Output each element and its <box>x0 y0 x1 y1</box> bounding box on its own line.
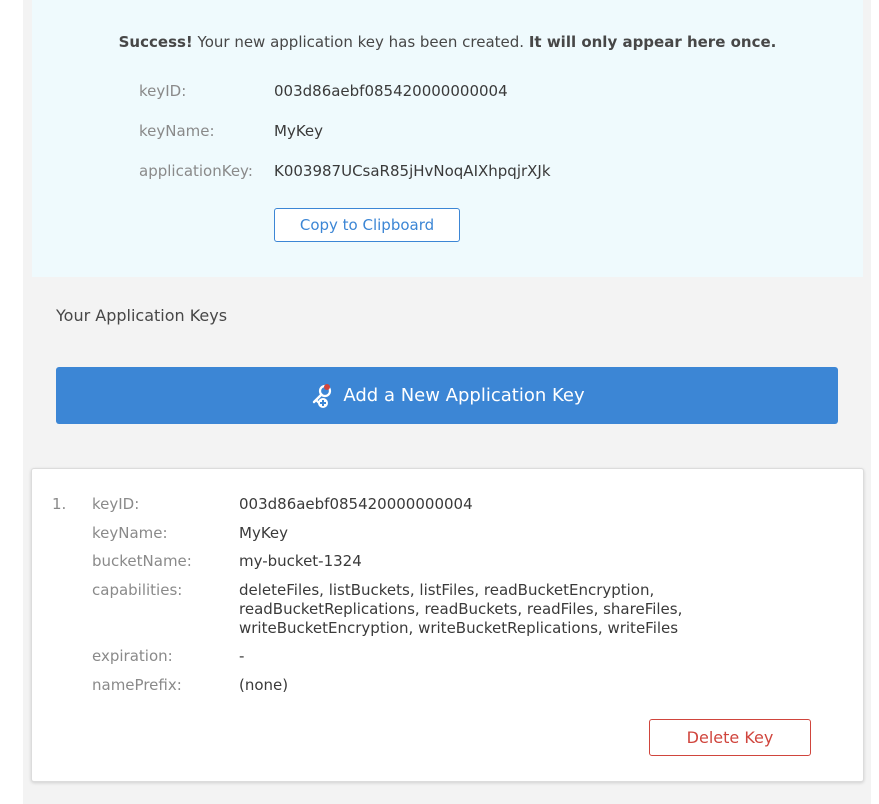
key-plus-icon <box>309 383 335 409</box>
success-text: Your new application key has been create… <box>192 33 529 51</box>
card-nameprefix-value: (none) <box>239 676 289 694</box>
card-keyid-value: 003d86aebf085420000000004 <box>239 495 473 513</box>
copy-to-clipboard-button[interactable]: Copy to Clipboard <box>274 208 460 242</box>
key-card: 1. keyID: 003d86aebf085420000000004 keyN… <box>31 468 864 782</box>
success-warning: It will only appear here once. <box>528 33 777 51</box>
success-strong: Success! <box>118 33 193 51</box>
card-bucketname-value: my-bucket-1324 <box>239 552 362 570</box>
keyname-label: keyName: <box>139 122 215 140</box>
keyid-value: 003d86aebf085420000000004 <box>274 82 508 100</box>
key-index: 1. <box>52 495 67 513</box>
card-expiration-label: expiration: <box>92 647 173 665</box>
card-nameprefix-label: namePrefix: <box>92 676 182 694</box>
card-keyname-value: MyKey <box>239 524 289 542</box>
success-message: Success! Your new application key has be… <box>32 33 863 51</box>
add-application-key-button[interactable]: Add a New Application Key <box>56 367 838 424</box>
card-keyname-label: keyName: <box>92 524 168 542</box>
applicationkey-value: K003987UCsaR85jHvNoqAIXhpqjrXJk <box>274 162 551 180</box>
keyname-value: MyKey <box>274 122 324 140</box>
add-application-key-label: Add a New Application Key <box>343 385 585 406</box>
applicationkey-label: applicationKey: <box>139 162 253 180</box>
card-capabilities-value: deleteFiles, listBuckets, listFiles, rea… <box>239 581 683 637</box>
section-title: Your Application Keys <box>56 306 228 325</box>
card-keyid-label: keyID: <box>92 495 140 513</box>
success-box: Success! Your new application key has be… <box>32 0 863 277</box>
card-capabilities-label: capabilities: <box>92 581 183 599</box>
delete-key-button[interactable]: Delete Key <box>649 719 811 756</box>
card-bucketname-label: bucketName: <box>92 552 192 570</box>
card-expiration-value: - <box>239 647 245 665</box>
keyid-label: keyID: <box>139 82 187 100</box>
